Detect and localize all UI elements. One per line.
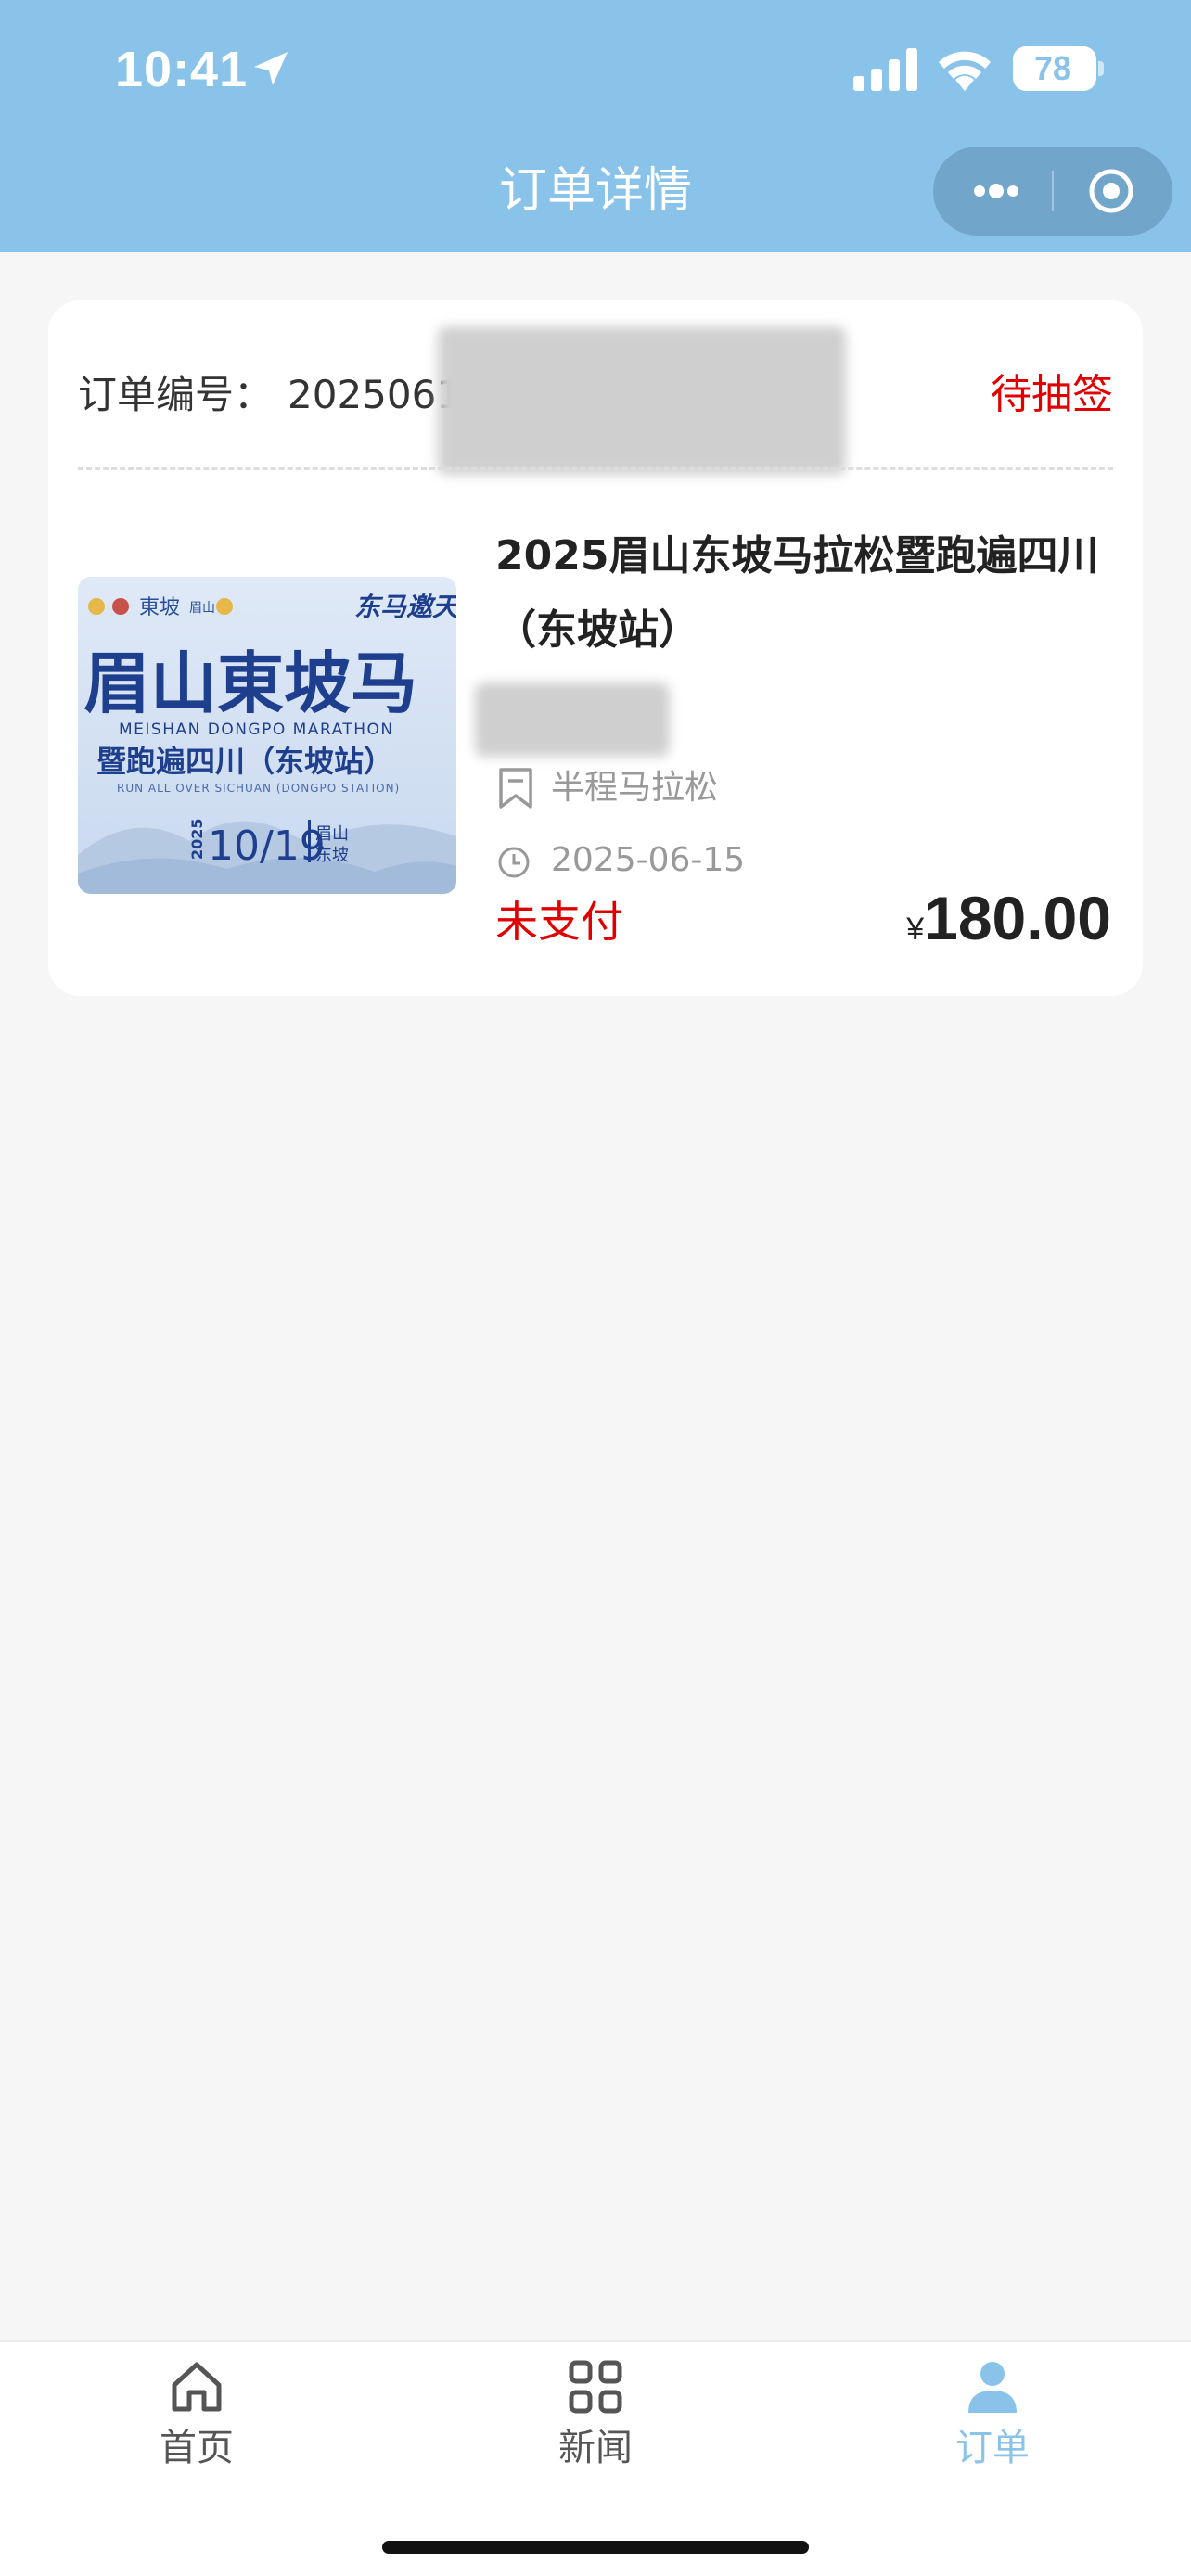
poster-subtitle: 暨跑遍四川（东坡站） [96, 744, 393, 779]
header: 10:41 78 订单详情 [0, 0, 1191, 252]
wifi-icon [939, 51, 991, 91]
sponsor-logo-icon [88, 598, 105, 615]
category-row: 半程马拉松 [495, 762, 1052, 814]
poster-date: 10/19 [208, 823, 326, 870]
price-amount: 180.00 [924, 884, 1111, 952]
location-arrow-icon [254, 52, 288, 85]
poster-slogan: 东马邀天下 [354, 592, 456, 622]
payment-status: 未支付 [495, 897, 623, 947]
battery-indicator: 78 [1013, 46, 1096, 91]
dashed-divider [78, 467, 1113, 470]
order-card[interactable]: 订单编号： 2025061510 待抽签 東坡 眉山 东马邀天下 眉山東坡马 M… [48, 300, 1143, 996]
more-options-icon[interactable] [967, 174, 1026, 208]
order-number-label: 订单编号： [78, 372, 274, 417]
tab-orders[interactable]: 订单 [900, 2357, 1085, 2496]
status-time: 10:41 [115, 42, 249, 97]
home-icon [172, 2362, 222, 2412]
home-indicator [382, 2541, 809, 2554]
tab-home-label: 首页 [160, 2427, 234, 2469]
category-text: 半程马拉松 [551, 769, 719, 807]
close-miniprogram-icon[interactable] [1087, 167, 1135, 215]
bookmark-icon [499, 768, 532, 809]
miniprogram-capsule [933, 147, 1172, 236]
tab-home[interactable]: 首页 [104, 2357, 289, 2496]
poster-city-1: 眉山 [315, 824, 349, 844]
redaction-mark [438, 326, 846, 475]
poster-title-en: MEISHAN DONGPO MARATHON [119, 721, 394, 739]
poster-subtitle-en: RUN ALL OVER SICHUAN (DONGPO STATION) [117, 782, 400, 795]
sponsor-logo-icon [216, 598, 233, 615]
event-title: 2025眉山东坡马拉松暨跑遍四川（东坡站） [495, 532, 1099, 654]
battery-cap [1098, 61, 1104, 76]
cellular-signal-icon [853, 48, 917, 91]
battery-level: 78 [1033, 49, 1072, 87]
poster-title: 眉山東坡马 [83, 644, 417, 722]
poster-year: 2025 [188, 818, 206, 860]
svg-text:眉山: 眉山 [189, 601, 215, 616]
tab-orders-label: 订单 [955, 2427, 1030, 2469]
redaction-mark [475, 682, 670, 757]
tab-news-label: 新闻 [558, 2427, 633, 2469]
price: ¥180.00 [906, 883, 1111, 953]
capsule-divider [1052, 171, 1054, 211]
poster-city-2: 东坡 [315, 846, 349, 865]
sponsor-logo-icon [112, 598, 129, 615]
event-poster-image: 東坡 眉山 东马邀天下 眉山東坡马 MEISHAN DONGPO MARATHO… [78, 577, 456, 894]
svg-text:東坡: 東坡 [139, 596, 180, 619]
status-bar: 10:41 78 [0, 0, 1191, 139]
currency-symbol: ¥ [906, 912, 925, 947]
grid-icon [569, 2360, 622, 2414]
date-row: 2025-06-15 [495, 835, 1052, 886]
person-icon [968, 2362, 1017, 2413]
order-status-badge: 待抽签 [991, 371, 1113, 418]
tab-news[interactable]: 新闻 [503, 2357, 688, 2496]
clock-icon [498, 847, 530, 878]
date-text: 2025-06-15 [551, 841, 746, 879]
